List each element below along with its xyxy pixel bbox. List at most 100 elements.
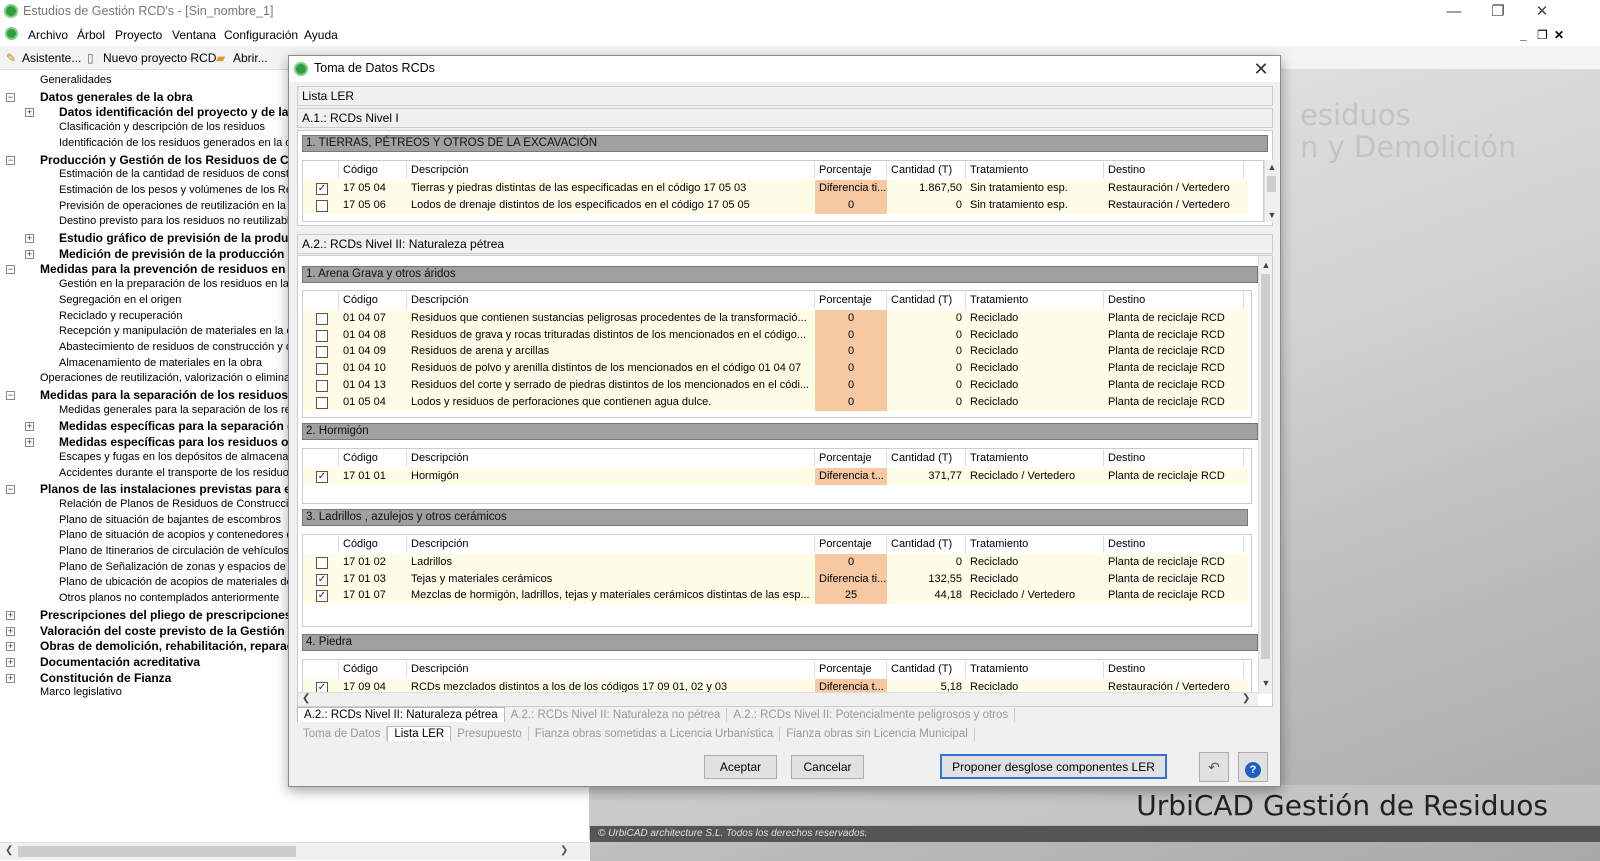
menu-proyecto[interactable]: Proyecto xyxy=(115,28,162,42)
scroll-up-icon[interactable]: ▲ xyxy=(1265,160,1279,174)
tree-expander-icon[interactable]: + xyxy=(6,610,15,620)
a2-horizontal-scrollbar[interactable]: ❮ ❯ xyxy=(298,692,1258,706)
column-header[interactable]: Código xyxy=(339,162,407,179)
tree-item[interactable]: Constitución de Fianza xyxy=(40,671,171,685)
cell-pct[interactable]: 0 xyxy=(815,197,887,214)
open-button[interactable]: Abrir... xyxy=(233,51,268,65)
propose-breakdown-button[interactable]: Proponer desglose componentes LER xyxy=(940,754,1167,779)
cell-dest[interactable]: Planta de reciclaje RCD xyxy=(1104,310,1244,327)
row-checkbox[interactable]: ✓ xyxy=(316,183,328,195)
column-header[interactable]: Código xyxy=(339,661,407,678)
column-header[interactable] xyxy=(303,661,339,678)
cell-trat[interactable]: Reciclado xyxy=(966,377,1104,394)
tree-item[interactable]: Planos de las instalaciones previstas pa… xyxy=(40,482,294,496)
restore-button[interactable]: ❐ xyxy=(1476,1,1520,23)
tree-expander-icon[interactable]: − xyxy=(6,155,15,165)
table-row[interactable]: 17 01 02 Ladrillos 0 0 Reciclado Planta de re… xyxy=(303,554,1248,571)
column-header[interactable] xyxy=(303,536,339,553)
tree-item[interactable]: Escapes y fugas en los depósitos de alma… xyxy=(59,451,306,463)
column-header[interactable]: Tratamiento xyxy=(966,162,1104,179)
table-row[interactable]: 01 04 13 Residuos del corte y serrado de … xyxy=(303,376,1248,394)
tree-item[interactable]: Recepción y manipulación de materiales e… xyxy=(59,325,302,337)
cell-pct[interactable]: 0 xyxy=(815,326,887,344)
minimize-button[interactable]: — xyxy=(1432,1,1476,23)
scroll-right-icon[interactable]: ❯ xyxy=(560,845,568,856)
cell-dest[interactable]: Planta de reciclaje RCD xyxy=(1104,587,1244,604)
cell-dest[interactable]: Planta de reciclaje RCD xyxy=(1104,360,1244,377)
tree-expander-icon[interactable]: − xyxy=(6,92,15,102)
main-tab[interactable]: Presupuesto xyxy=(451,727,529,741)
cancel-button[interactable]: Cancelar xyxy=(791,755,864,779)
column-header[interactable]: Cantidad (T) xyxy=(887,661,966,678)
cell-pct[interactable]: 0 xyxy=(815,376,887,394)
cell-trat[interactable]: Sin tratamiento esp. xyxy=(966,197,1104,214)
tree-item[interactable]: Gestión en la preparación de los residuo… xyxy=(59,278,304,290)
column-header[interactable]: Tratamiento xyxy=(966,450,1104,467)
row-checkbox[interactable] xyxy=(316,200,328,212)
mdi-minimize-button[interactable]: _ xyxy=(1520,28,1527,42)
tree-item[interactable]: Medición de previsión de la producción d xyxy=(59,247,295,261)
subtab[interactable]: A.2.: RCDs Nivel II: Potencialmente peli… xyxy=(727,708,1016,722)
column-header[interactable]: Código xyxy=(339,536,407,553)
tree-item[interactable]: Producción y Gestión de los Residuos de … xyxy=(40,153,296,167)
table-row[interactable]: 01 04 10 Residuos de polvo y arenilla dis… xyxy=(303,360,1248,378)
tree-item[interactable]: Prescripciones del pliego de prescripcio… xyxy=(40,608,299,622)
cell-pct[interactable]: 0 xyxy=(815,310,887,327)
tree-item[interactable]: Almacenamiento de materiales en la obra xyxy=(59,357,262,369)
column-header[interactable]: Tratamiento xyxy=(966,292,1104,309)
column-header[interactable]: Código xyxy=(339,292,407,309)
column-header[interactable]: Descripción xyxy=(407,536,815,553)
tree-expander-icon[interactable]: + xyxy=(6,673,15,683)
menu-ventana[interactable]: Ventana xyxy=(172,28,216,42)
tree-item[interactable]: Plano de ubicación de acopios de materia… xyxy=(59,576,299,588)
row-checkbox[interactable] xyxy=(316,396,328,409)
tree-item[interactable]: Clasificación y descripción de los resid… xyxy=(59,121,265,133)
cell-trat[interactable]: Reciclado xyxy=(966,343,1104,360)
cell-pct[interactable]: Diferencia ti... xyxy=(815,570,887,588)
dialog-close-button[interactable]: ✕ xyxy=(1248,57,1274,81)
tree-item[interactable]: Estudio gráfico de previsión de la produ… xyxy=(59,231,295,245)
table-row[interactable]: 01 05 04 Lodos y residuos de perforacione… xyxy=(303,393,1248,411)
table-row[interactable]: ✓ 17 01 03 Tejas y materiales cerámicos Dif… xyxy=(303,570,1248,588)
scroll-left-icon[interactable]: ❮ xyxy=(5,845,13,856)
tree-item[interactable]: Obras de demolición, rehabilitación, rep… xyxy=(40,639,297,653)
scroll-up-icon[interactable]: ▲ xyxy=(1259,258,1272,272)
tree-item[interactable]: Datos generales de la obra xyxy=(40,90,193,104)
tree-expander-icon[interactable]: − xyxy=(6,485,15,495)
tree-item[interactable]: Medidas específicas para los residuos oc xyxy=(59,435,295,449)
cell-dest[interactable]: Planta de reciclaje RCD xyxy=(1104,394,1244,411)
a1-vertical-scrollbar[interactable]: ▲ ▼ xyxy=(1264,160,1278,222)
row-checkbox[interactable] xyxy=(316,329,328,342)
table-row[interactable]: 01 04 07 Residuos que contienen sustancia… xyxy=(303,310,1248,327)
tree-item[interactable]: Medidas para la prevención de residuos e… xyxy=(40,262,292,276)
tree-expander-icon[interactable]: − xyxy=(6,391,15,400)
cell-dest[interactable]: Planta de reciclaje RCD xyxy=(1104,377,1244,394)
cell-pct[interactable]: 0 xyxy=(815,393,887,411)
tree-item[interactable]: Operaciones de reutilización, valorizaci… xyxy=(40,372,304,384)
main-tab[interactable]: Fianza obras sin Licencia Municipal xyxy=(780,727,975,741)
column-header[interactable]: Porcentaje xyxy=(815,536,887,553)
row-checkbox[interactable] xyxy=(316,363,328,376)
cell-pct[interactable]: Diferencia ti... xyxy=(815,180,887,197)
column-header[interactable]: Descripción xyxy=(407,661,815,678)
table-row[interactable]: ✓ 17 01 01 Hormigón Diferencia t... 371,77 Re… xyxy=(303,468,1248,485)
cell-dest[interactable]: Planta de reciclaje RCD xyxy=(1104,554,1244,571)
tree-item[interactable]: Otros planos no contemplados anteriormen… xyxy=(59,592,279,604)
cell-trat[interactable]: Reciclado xyxy=(966,554,1104,571)
tree-expander-icon[interactable]: − xyxy=(6,265,15,275)
tree-item[interactable]: Relación de Planos de Residuos de Constr… xyxy=(59,498,301,510)
column-header[interactable]: Cantidad (T) xyxy=(887,162,966,179)
cell-pct[interactable]: Diferencia t... xyxy=(815,468,887,485)
tree-item[interactable]: Medidas específicas para la separación c xyxy=(59,419,294,433)
close-button[interactable]: ✕ xyxy=(1520,1,1564,23)
undo-icon[interactable]: ↶ xyxy=(1199,752,1229,782)
tree-expander-icon[interactable]: + xyxy=(6,626,15,636)
tree-item[interactable]: Medidas para la separación de los residu… xyxy=(40,388,298,402)
cell-dest[interactable]: Restauración / Vertedero xyxy=(1104,180,1244,197)
tree-item[interactable]: Destino previsto para los residuos no re… xyxy=(59,215,301,227)
subtab[interactable]: A.2.: RCDs Nivel II: Naturaleza pétrea xyxy=(297,707,505,722)
tree-item[interactable]: Generalidades xyxy=(40,74,112,86)
menu-configuracion[interactable]: Configuración xyxy=(224,28,298,42)
table-row[interactable]: ✓ 17 01 07 Mezclas de hormigón, ladrillos,… xyxy=(303,587,1248,605)
tree-item[interactable]: Medidas generales para la separación de … xyxy=(59,404,305,416)
